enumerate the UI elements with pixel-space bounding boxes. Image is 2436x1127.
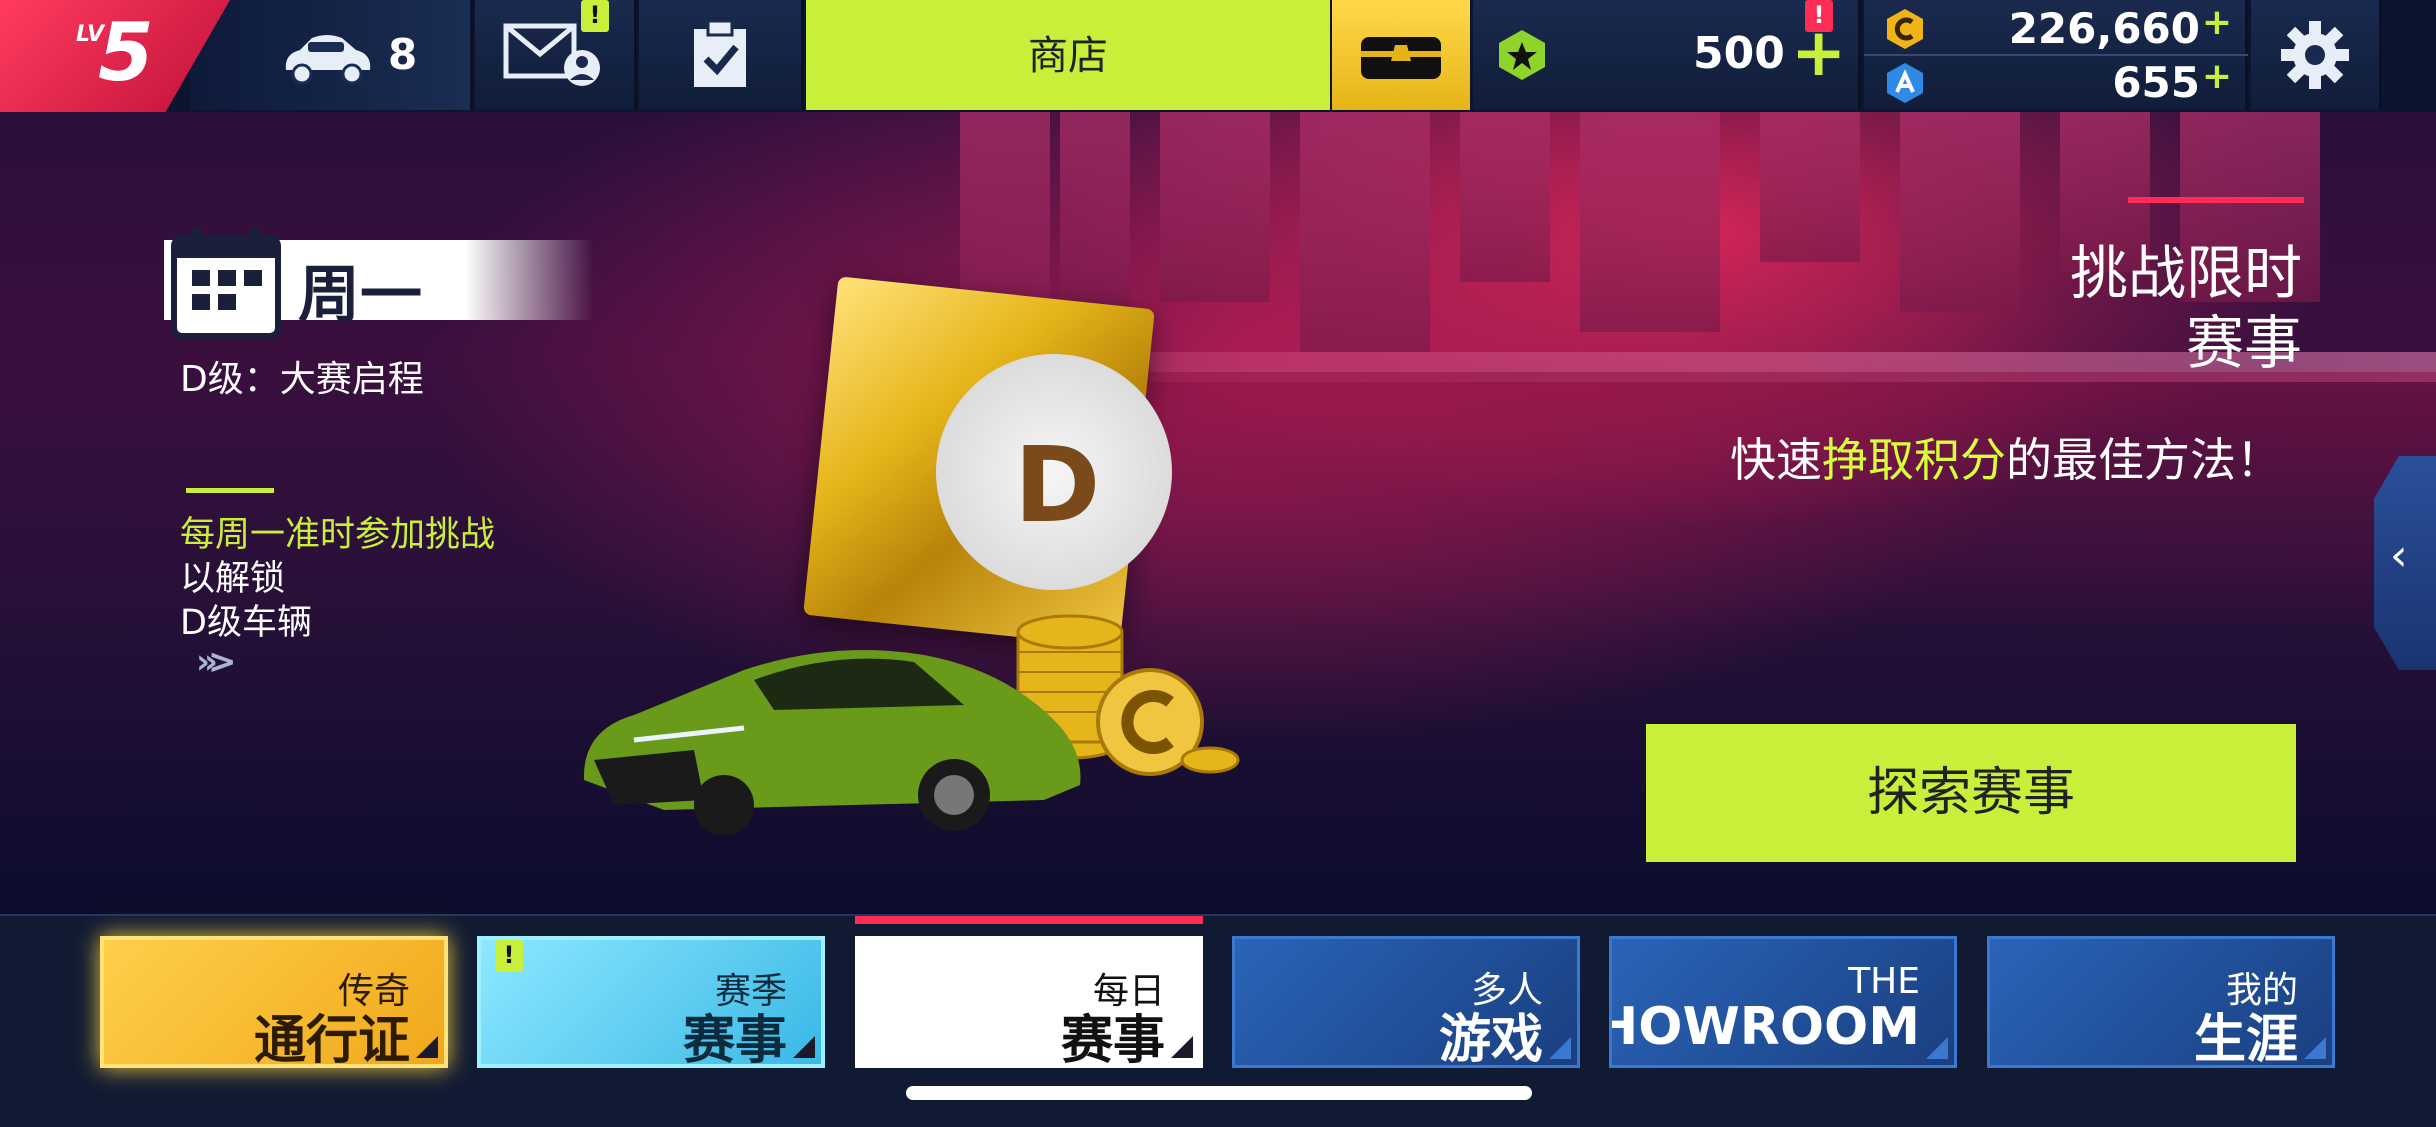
tokens-value: 500 [1693,28,1785,79]
corner-triangle-icon [1549,1037,1571,1059]
corner-triangle-icon [416,1036,438,1058]
corner-triangle-icon [793,1036,815,1058]
top-bar: 8 LV 5 ! 商店 500 + ! 226,660 + 655 + [0,0,2436,112]
season-alert-badge: ! [495,940,523,972]
event-class-label: D级：大赛启程 [180,359,424,400]
tab-label-main: 通行证 [253,1011,410,1068]
tab-season-events[interactable]: ! 赛季 赛事 [477,936,825,1068]
tab-label-main: 赛事 [1060,1011,1165,1068]
promo-subtitle: 快速挣取积分的最佳方法！ [1730,424,2282,490]
promo-title-line2: 赛事 [2185,309,2302,377]
event-day: 周一 [298,258,423,331]
tab-label-main: 赛事 [682,1011,787,1068]
gem-icon [1887,63,1923,103]
tab-label-main: SHOWROOM [1612,997,1920,1057]
gems-add-button[interactable]: + [2202,56,2232,97]
chest-button[interactable] [1332,0,1470,110]
currency-panel: 226,660 + 655 + [1864,0,2248,110]
tokens-counter[interactable]: 500 + ! [1473,0,1861,110]
promo-subtitle-pre: 快速 [1730,433,1822,487]
tab-multiplayer[interactable]: 多人 游戏 [1232,936,1580,1068]
corner-triangle-icon [1926,1037,1948,1059]
car-icon [285,35,371,85]
title-accent-line [2128,197,2304,203]
car-image [583,650,1081,835]
calendar-icon [171,228,281,339]
garage-button[interactable]: 8 [190,0,473,110]
shop-button[interactable]: 商店 [806,0,1330,110]
divider [186,488,274,493]
tab-legend-pass[interactable]: 传奇 通行证 [100,936,448,1068]
promo-subtitle-highlight: 挣取积分 [1822,433,2006,487]
corner-triangle-icon [1171,1036,1193,1058]
missions-button[interactable] [639,0,804,110]
tab-daily-events[interactable]: 每日 赛事 [855,936,1203,1068]
class-d-letter: D [1014,424,1101,546]
explore-events-button[interactable]: 探索赛事 [1646,724,2296,862]
level-number: 5 [98,6,154,99]
clipboard-check-icon [694,19,746,87]
home-indicator[interactable] [906,1086,1532,1100]
mail-button[interactable]: ! [475,0,637,110]
credits-value: 226,660 [2008,4,2200,53]
more-info-chevrons[interactable]: »> [196,642,237,682]
event-desc-line3: D级车辆 [180,603,312,643]
credits-icon [1887,9,1923,49]
settings-button[interactable] [2251,0,2382,110]
tab-label-top: THE [1848,961,1920,1002]
credits-add-button[interactable]: + [2202,2,2232,43]
tab-my-career[interactable]: 我的 生涯 [1987,936,2335,1068]
active-tab-indicator [855,916,1203,924]
tab-label-main: 游戏 [1438,1010,1543,1068]
promo-subtitle-post: 的最佳方法！ [2006,433,2282,487]
tab-showroom[interactable]: THE SHOWROOM [1609,936,1957,1068]
gems-value: 655 [2112,58,2200,107]
chest-icon [1361,37,1441,79]
tab-label-main: 生涯 [2193,1010,2298,1068]
car-count: 8 [388,30,418,79]
chevron-left-icon: ‹ [2390,530,2408,581]
gems-row[interactable]: 655 + [1864,56,2248,108]
star-token-icon [1499,30,1545,80]
mail-alert-badge: ! [581,0,609,32]
gear-icon [2281,21,2349,89]
credits-row[interactable]: 226,660 + [1864,2,2248,56]
tokens-alert-badge: ! [1805,0,1833,32]
corner-triangle-icon [2304,1037,2326,1059]
